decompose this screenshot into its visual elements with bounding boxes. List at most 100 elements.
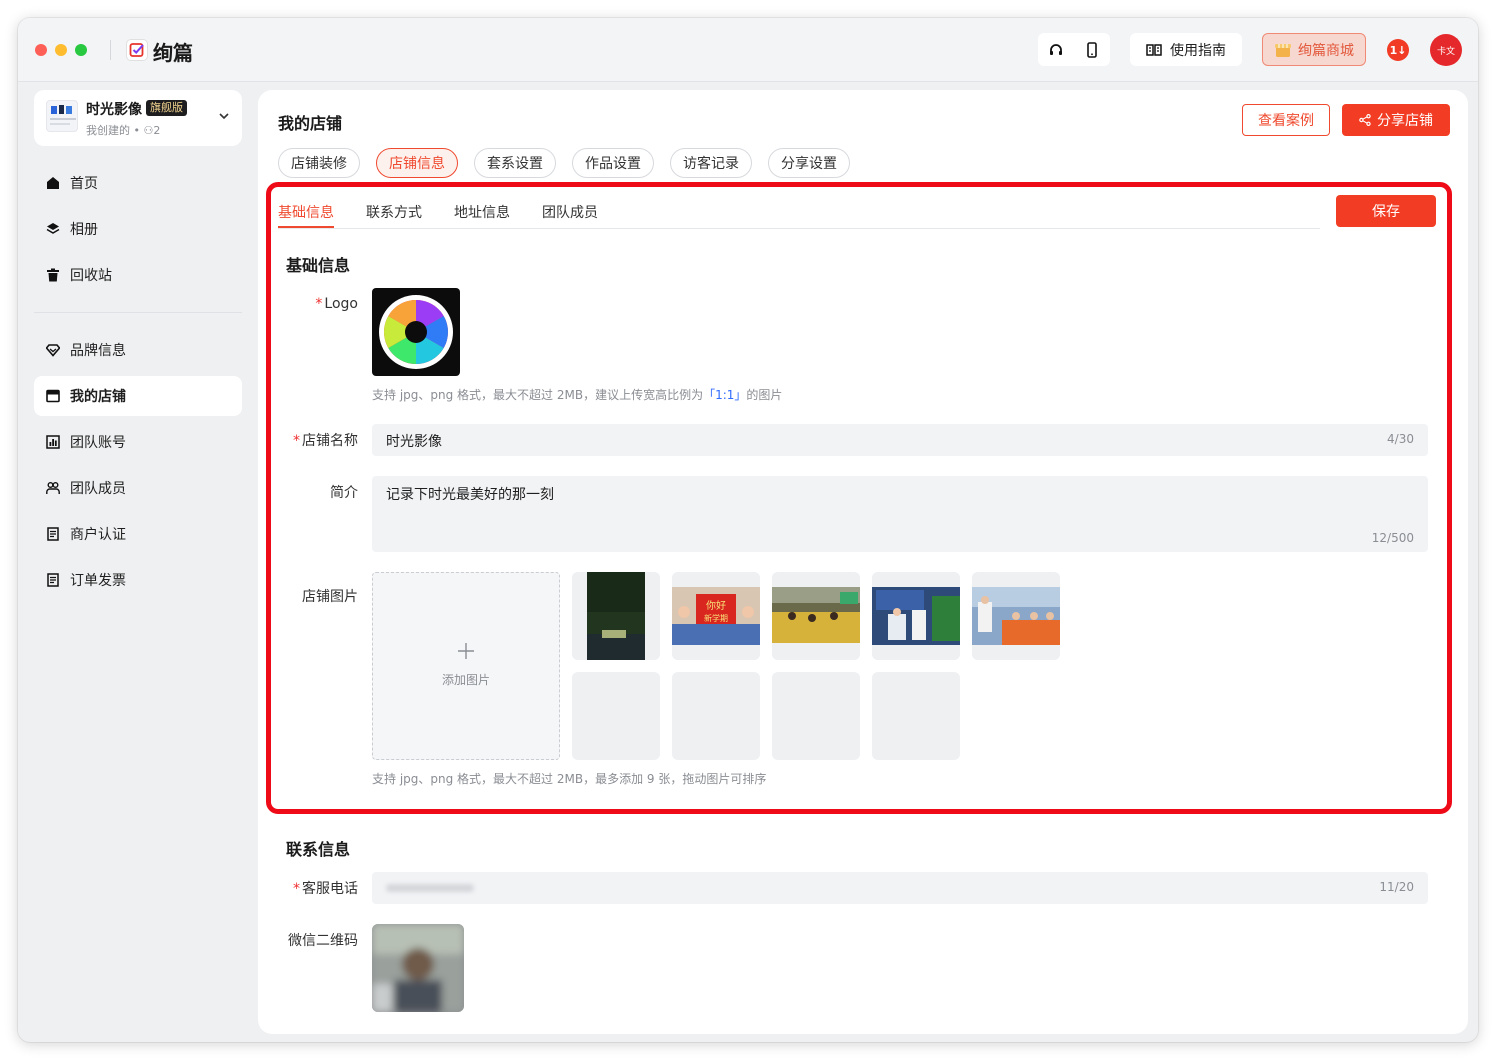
sidebar-item-my-store[interactable]: 我的店铺 [34,376,242,416]
title-bar: 绚篇 使用指南 绚篇商城 1 ↓ 卡文 [18,18,1478,82]
main-panel: 我的店铺 查看案例 分享店铺 店铺装修 店铺信息 套系设置 作品设置 访客记录 … [258,90,1468,1034]
store-tier-badge: 旗舰版 [146,100,187,116]
store-name-input[interactable]: 时光影像 4/30 [372,424,1428,456]
store-name: 时光影像 [86,102,142,118]
sidebar-item-merchant-verify[interactable]: 商户认证 [34,514,242,554]
minimize-window-button[interactable] [55,44,67,56]
document-icon [46,527,60,541]
logo-hint: 支持 jpg、png 格式，最大不超过 2MB，建议上传宽高比例为「1:1」的图… [372,386,782,403]
sidebar-item-albums[interactable]: 相册 [34,209,242,249]
close-window-button[interactable] [35,44,47,56]
notification-badge[interactable]: 1 ↓ [1387,39,1409,61]
app-name: 绚篇 [153,41,193,65]
tab-visitor-log[interactable]: 访客记录 [670,148,752,178]
sidebar-item-brand[interactable]: 品牌信息 [34,330,242,370]
share-store-button[interactable]: 分享店铺 [1342,104,1450,136]
logo-label: * Logo [315,296,358,312]
wechat-qr-label: 微信二维码 [288,933,358,949]
sidebar-item-label: 商户认证 [70,527,126,543]
diamond-icon [46,343,60,357]
images-hint: 支持 jpg、png 格式，最大不超过 2MB，最多添加 9 张，拖动图片可排序 [372,772,767,786]
guide-button[interactable]: 使用指南 [1130,33,1242,66]
subtab-address[interactable]: 地址信息 [454,202,510,222]
tab-works-settings[interactable]: 作品设置 [572,148,654,178]
store-name-value: 时光影像 [386,434,442,450]
store-name-count: 4/30 [1387,432,1414,446]
store-image-5[interactable] [972,572,1060,660]
plus-icon [373,637,559,667]
empty-image-slot[interactable] [872,672,960,760]
user-avatar[interactable]: 卡文 [1430,34,1462,66]
phone-label: * 客服电话 [293,881,358,897]
wechat-qr-image[interactable] [372,924,464,1012]
avatar-text: 卡文 [1436,46,1455,57]
store-switcher[interactable]: 时光影像 旗舰版 我创建的 • ⚇2 [34,90,242,146]
tab-share-settings[interactable]: 分享设置 [768,148,850,178]
sidebar-item-team-members[interactable]: 团队成员 [34,468,242,508]
subtab-contact[interactable]: 联系方式 [366,202,422,222]
logo-hint-ratio: 「1:1」 [703,388,747,402]
shop-label: 绚篇商城 [1298,42,1354,59]
logo-hint-suffix: 的图片 [746,388,783,402]
subtab-divider [278,228,1320,229]
phone-count: 11/20 [1379,880,1414,894]
support-group [1038,33,1110,66]
titlebar-divider [110,40,111,60]
store-image-3[interactable] [772,572,860,660]
store-meta: 我创建的 • ⚇2 [86,124,161,137]
share-icon [1359,114,1371,126]
app-window: 绚篇 使用指南 绚篇商城 1 ↓ 卡文 时光影像 旗舰版 我创建的 • ⚇2 首… [18,18,1478,1042]
home-icon [46,176,60,190]
tab-store-info[interactable]: 店铺信息 [376,148,458,178]
sidebar-item-invoices[interactable]: 订单发票 [34,560,242,600]
intro-textarea[interactable]: 记录下时光最美好的那一刻 12/500 [372,476,1428,552]
view-cases-button[interactable]: 查看案例 [1242,104,1330,136]
sidebar-item-home[interactable]: 首页 [34,163,242,203]
share-store-label: 分享店铺 [1377,113,1433,129]
intro-label: 简介 [330,485,358,501]
layers-icon [46,222,60,236]
store-icon [46,389,60,403]
store-name-label-text: 店铺名称 [302,433,358,449]
store-image-4[interactable] [872,572,960,660]
mobile-icon[interactable] [1074,33,1110,66]
invoice-icon [46,573,60,587]
sidebar-item-trash[interactable]: 回收站 [34,255,242,295]
store-image-1[interactable] [572,572,660,660]
store-image-2[interactable]: 你好 新学期 [672,572,760,660]
maximize-window-button[interactable] [75,44,87,56]
empty-image-slot[interactable] [672,672,760,760]
store-thumbnail [46,100,78,132]
store-name-label: * 店铺名称 [293,433,358,449]
page-title: 我的店铺 [278,114,343,133]
intro-value: 记录下时光最美好的那一刻 [386,487,554,503]
save-button[interactable]: 保存 [1336,195,1436,227]
sidebar-divider [34,312,242,313]
sidebar-item-label: 品牌信息 [70,343,126,359]
empty-image-slot[interactable] [772,672,860,760]
logo-image[interactable] [372,288,460,376]
tab-package-settings[interactable]: 套系设置 [474,148,556,178]
shop-icon [1275,43,1291,57]
headset-icon[interactable] [1038,33,1074,66]
sidebar-item-label: 订单发票 [70,573,126,589]
section-title-contact: 联系信息 [286,840,351,859]
guide-label: 使用指南 [1170,42,1226,59]
logo-label-text: Logo [324,296,358,312]
tab-store-decor[interactable]: 店铺装修 [278,148,360,178]
store-images-label: 店铺图片 [302,589,358,605]
sidebar-item-label: 首页 [70,176,98,192]
chart-icon [46,435,60,449]
shop-button[interactable]: 绚篇商城 [1262,33,1366,66]
sidebar-item-team-accounts[interactable]: 团队账号 [34,422,242,462]
phone-label-text: 客服电话 [302,881,358,897]
subtab-active-indicator [278,226,334,228]
trash-icon [46,268,60,282]
chevron-down-icon [218,109,230,123]
add-image-button[interactable]: 添加图片 [372,572,560,760]
subtab-team-members[interactable]: 团队成员 [542,202,598,222]
app-logo-icon [126,39,148,61]
empty-image-slot[interactable] [572,672,660,760]
phone-input[interactable]: 11/20 [372,872,1428,904]
subtab-basic-info[interactable]: 基础信息 [278,202,334,222]
